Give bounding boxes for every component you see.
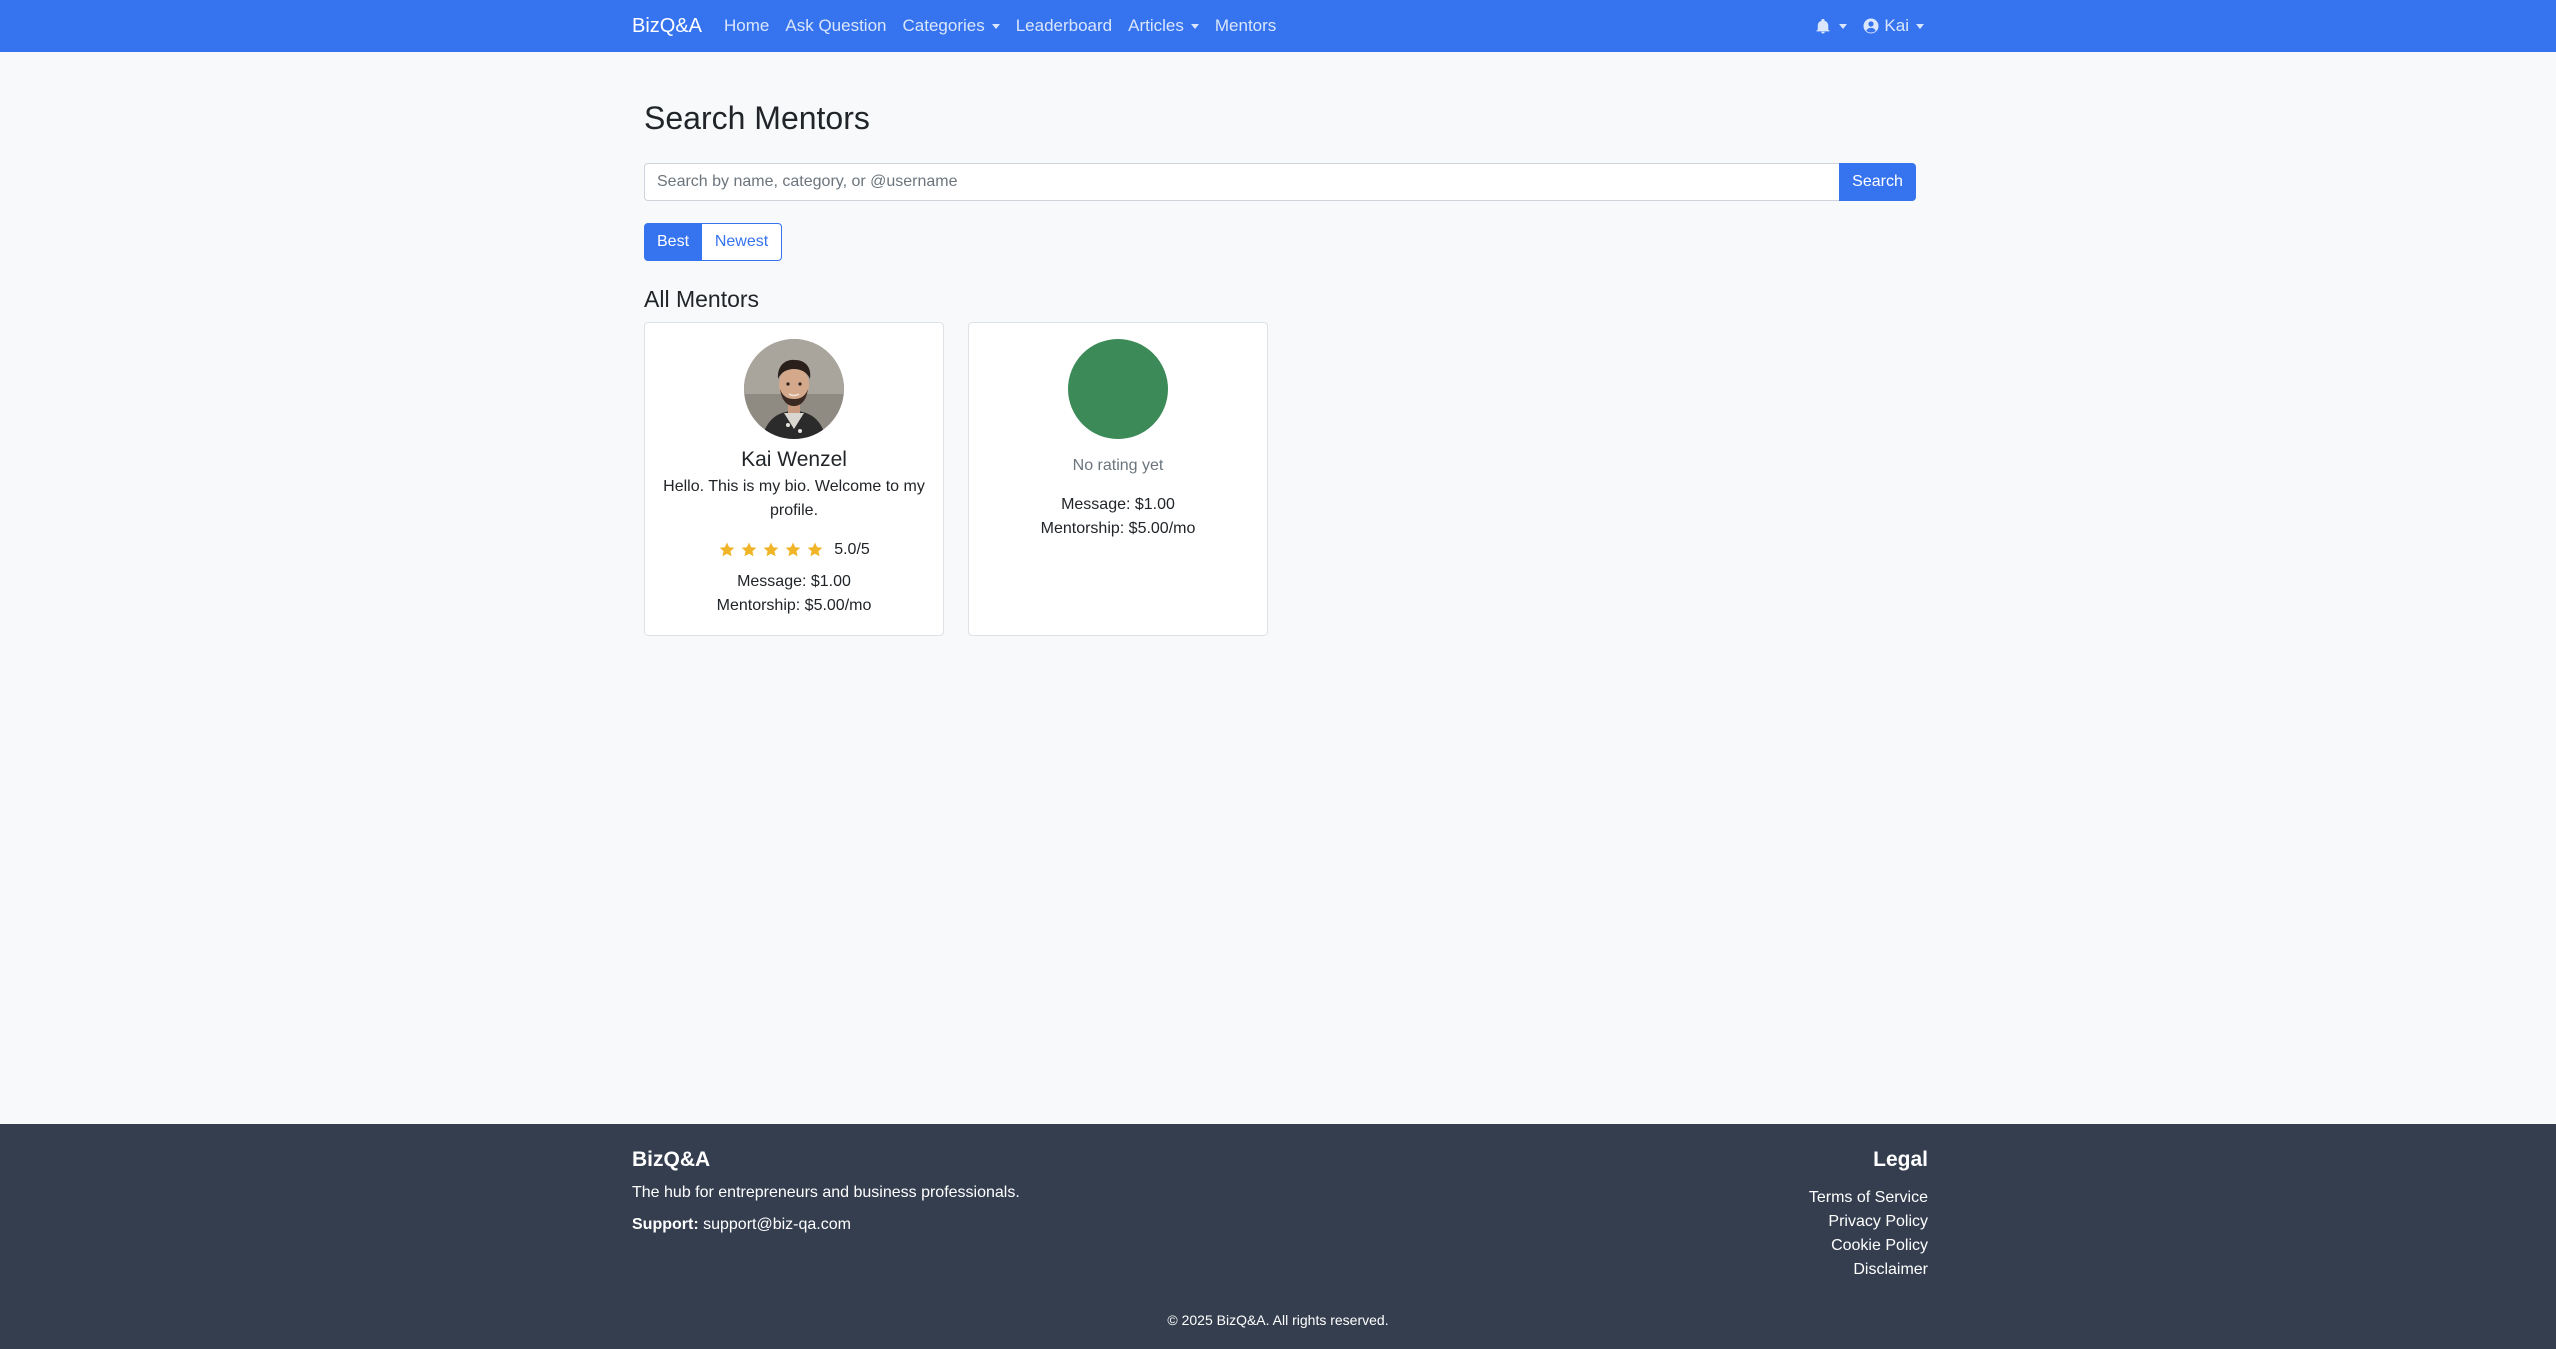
avatar-photo	[744, 339, 844, 439]
user-circle-icon	[1863, 18, 1879, 34]
nav-articles-label: Articles	[1128, 16, 1184, 35]
chevron-down-icon	[1916, 23, 1924, 29]
nav-ask-question[interactable]: Ask Question	[785, 16, 886, 36]
search-bar: Search	[644, 163, 1916, 201]
no-rating-text: No rating yet	[1072, 457, 1164, 474]
user-menu-dropdown[interactable]: Kai	[1863, 16, 1924, 36]
nav-articles-dropdown[interactable]: Articles	[1128, 16, 1199, 36]
disclaimer-link[interactable]: Disclaimer	[1809, 1258, 1928, 1282]
notifications-dropdown[interactable]	[1816, 18, 1848, 34]
mentor-bio: Hello. This is my bio. Welcome to my pro…	[663, 478, 925, 519]
message-price: Message: $1.00	[1061, 496, 1175, 513]
sort-newest-button[interactable]: Newest	[702, 223, 782, 261]
search-input[interactable]	[644, 163, 1839, 201]
nav-categories-dropdown[interactable]: Categories	[903, 16, 1000, 36]
footer-tagline: The hub for entrepreneurs and business p…	[632, 1184, 1020, 1201]
sort-toggle-group: Best Newest	[644, 223, 782, 261]
nav-mentors[interactable]: Mentors	[1215, 16, 1276, 36]
support-label: Support:	[632, 1216, 699, 1233]
mentor-rating: 5.0/5	[645, 541, 943, 559]
bell-icon	[1816, 18, 1830, 33]
mentorship-price: Mentorship: $5.00/mo	[716, 597, 872, 614]
message-price: Message: $1.00	[737, 573, 851, 590]
chevron-down-icon	[1839, 23, 1848, 29]
cookie-link[interactable]: Cookie Policy	[1809, 1234, 1928, 1258]
sort-best-button[interactable]: Best	[644, 223, 702, 261]
star-icon	[719, 542, 735, 557]
copyright: © 2025 BizQ&A. All rights reserved.	[1167, 1312, 1389, 1328]
star-icon	[807, 542, 823, 557]
footer-brand: BizQ&A	[632, 1148, 711, 1171]
mentor-card[interactable]: Kai Wenzel Hello. This is my bio. Welcom…	[644, 322, 944, 636]
navbar-right: Kai	[1800, 16, 1924, 36]
rating-value: 5.0/5	[834, 541, 870, 558]
nav-leaderboard[interactable]: Leaderboard	[1016, 16, 1112, 36]
avatar	[744, 339, 844, 439]
star-icon	[763, 542, 779, 557]
brand-logo[interactable]: BizQ&A	[632, 15, 702, 38]
privacy-link[interactable]: Privacy Policy	[1809, 1210, 1928, 1234]
nav-categories-label: Categories	[902, 16, 985, 35]
chevron-down-icon	[991, 23, 1000, 29]
terms-link[interactable]: Terms of Service	[1809, 1186, 1928, 1210]
mentor-card[interactable]: No rating yet Message: $1.00 Mentorship:…	[968, 322, 1268, 636]
chevron-down-icon	[1190, 23, 1199, 29]
top-navbar: BizQ&A Home Ask Question Categories Lead…	[0, 0, 2556, 52]
section-title: All Mentors	[644, 286, 760, 312]
footer-support: Support: support@biz-qa.com	[632, 1216, 851, 1234]
search-button[interactable]: Search	[1839, 163, 1916, 201]
page-title: Search Mentors	[644, 100, 870, 136]
user-name: Kai	[1884, 16, 1909, 35]
nav-home[interactable]: Home	[724, 16, 769, 36]
footer-legal: Legal Terms of Service Privacy Policy Co…	[1809, 1148, 1928, 1282]
mentorship-price: Mentorship: $5.00/mo	[1040, 520, 1196, 537]
navbar-container: BizQ&A Home Ask Question Categories Lead…	[632, 0, 1924, 52]
star-icon	[741, 542, 757, 557]
avatar	[1068, 339, 1168, 439]
legal-title: Legal	[1873, 1148, 1928, 1171]
mentor-name: Kai Wenzel	[741, 448, 847, 471]
footer: BizQ&A The hub for entrepreneurs and bus…	[0, 1124, 2556, 1349]
star-icon	[785, 542, 801, 557]
support-email[interactable]: support@biz-qa.com	[703, 1216, 851, 1233]
